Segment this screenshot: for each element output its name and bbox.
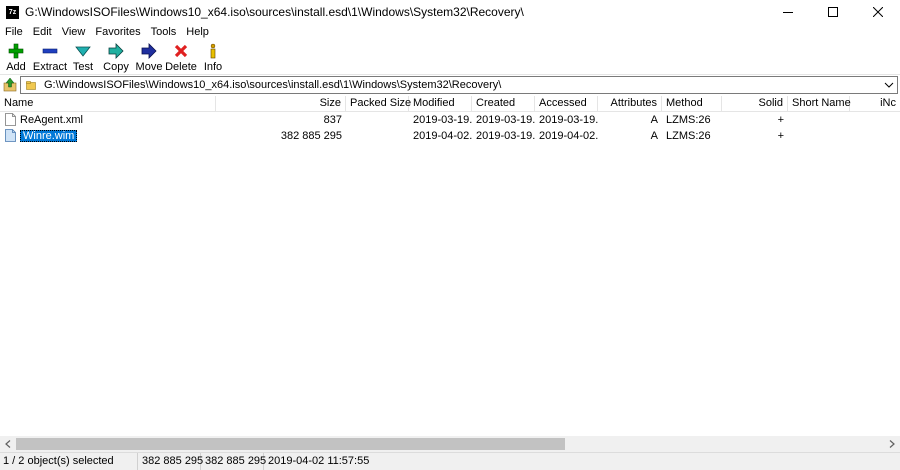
status-modified: 2019-04-02 11:57:55 <box>268 455 370 467</box>
file-solid: + <box>777 130 784 142</box>
info-icon <box>204 42 222 60</box>
status-selection: 1 / 2 object(s) selected <box>0 453 138 470</box>
menu-view[interactable]: View <box>57 26 91 38</box>
file-packed-size <box>346 112 409 128</box>
file-name: ReAgent.xml <box>16 112 216 128</box>
minimize-icon <box>782 12 793 13</box>
add-button[interactable]: Add <box>0 40 32 74</box>
file-solid: + <box>777 114 784 126</box>
file-name: Winre.wim <box>16 128 216 144</box>
info-button[interactable]: Info <box>198 40 228 74</box>
close-icon <box>872 7 883 17</box>
file-name-text-selected: Winre.wim <box>20 130 78 142</box>
scrollbar-thumb[interactable] <box>16 438 565 450</box>
test-icon <box>74 42 92 60</box>
chevron-down-icon[interactable] <box>884 80 894 90</box>
file-size: 837 <box>323 114 342 126</box>
menu-file[interactable]: File <box>0 26 28 38</box>
toolbar: Add Extract Test Copy Move Delete Info <box>0 40 900 74</box>
column-attributes[interactable]: Attributes <box>598 96 662 111</box>
file-packed-size <box>346 128 409 144</box>
column-created[interactable]: Created <box>472 96 535 111</box>
menu-bar: File Edit View Favorites Tools Help <box>0 24 900 40</box>
status-size: 382 885 295 <box>139 453 203 470</box>
file-attributes: A <box>650 130 658 142</box>
file-created: 2019-03-19... <box>476 130 535 142</box>
file-modified: 2019-04-02... <box>413 130 472 142</box>
column-inode[interactable]: iNc <box>850 96 900 111</box>
file-accessed: 2019-04-02... <box>539 130 598 142</box>
column-size[interactable]: Size <box>216 96 346 111</box>
copy-button[interactable]: Copy <box>98 40 134 74</box>
path-text: G:\WindowsISOFiles\Windows10_x64.iso\sou… <box>44 79 502 91</box>
scroll-left-button[interactable] <box>0 436 16 452</box>
menu-help[interactable]: Help <box>181 26 214 38</box>
window-controls <box>765 0 900 24</box>
add-icon <box>7 42 25 60</box>
scroll-right-button[interactable] <box>884 436 900 452</box>
folder-up-icon[interactable] <box>3 78 17 92</box>
file-method: LZMS:26 <box>666 114 711 126</box>
extract-icon <box>41 42 59 60</box>
maximize-button[interactable] <box>810 0 855 24</box>
xml-file-icon <box>5 113 16 126</box>
test-label: Test <box>72 61 94 73</box>
column-short-name[interactable]: Short Name <box>788 96 851 111</box>
column-modified[interactable]: Modified <box>409 96 472 111</box>
column-solid[interactable]: Solid <box>722 96 788 111</box>
add-label: Add <box>6 61 26 73</box>
menu-tools[interactable]: Tools <box>146 26 182 38</box>
file-name-text: ReAgent.xml <box>20 114 83 126</box>
copy-arrow-icon <box>107 42 125 60</box>
delete-button[interactable]: Delete <box>164 40 198 74</box>
chevron-left-icon <box>5 440 11 448</box>
file-method: LZMS:26 <box>666 130 711 142</box>
maximize-icon <box>827 7 838 17</box>
title-bar: 7z G:\WindowsISOFiles\Windows10_x64.iso\… <box>0 0 900 24</box>
column-header: Name Size Packed Size Modified Created A… <box>0 96 900 112</box>
chevron-right-icon <box>889 440 895 448</box>
extract-button[interactable]: Extract <box>32 40 68 74</box>
file-list[interactable]: Name Size Packed Size Modified Created A… <box>0 96 900 436</box>
move-button[interactable]: Move <box>134 40 164 74</box>
horizontal-scrollbar[interactable] <box>0 436 900 452</box>
file-attributes: A <box>650 114 658 126</box>
path-combobox[interactable]: G:\WindowsISOFiles\Windows10_x64.iso\sou… <box>20 76 898 94</box>
test-button[interactable]: Test <box>68 40 98 74</box>
info-label: Info <box>203 61 223 73</box>
delete-label: Delete <box>165 61 197 73</box>
app-icon: 7z <box>6 5 19 19</box>
close-button[interactable] <box>855 0 900 24</box>
menu-edit[interactable]: Edit <box>28 26 57 38</box>
file-icon <box>5 129 16 142</box>
copy-label: Copy <box>103 61 129 73</box>
delete-x-icon <box>172 42 190 60</box>
move-label: Move <box>135 61 163 73</box>
status-bar: 1 / 2 object(s) selected 382 885 295 382… <box>0 452 900 470</box>
table-row[interactable]: Winre.wim 382 885 295 2019-04-02... 2019… <box>0 128 900 144</box>
column-packed-size[interactable]: Packed Size <box>346 96 411 111</box>
table-row[interactable]: ReAgent.xml 837 2019-03-19... 2019-03-19… <box>0 112 900 128</box>
window-title: G:\WindowsISOFiles\Windows10_x64.iso\sou… <box>25 5 524 19</box>
file-size: 382 885 295 <box>280 130 342 142</box>
extract-label: Extract <box>32 61 68 73</box>
column-accessed[interactable]: Accessed <box>535 96 598 111</box>
folder-icon <box>26 80 36 90</box>
minimize-button[interactable] <box>765 0 810 24</box>
column-method[interactable]: Method <box>662 96 722 111</box>
file-accessed: 2019-03-19... <box>539 114 598 126</box>
address-row: G:\WindowsISOFiles\Windows10_x64.iso\sou… <box>0 75 900 95</box>
column-name[interactable]: Name <box>0 96 216 111</box>
file-created: 2019-03-19... <box>476 114 535 126</box>
file-modified: 2019-03-19... <box>413 114 472 126</box>
move-arrow-icon <box>140 42 158 60</box>
status-packed-size: 382 885 295 <box>202 453 266 470</box>
menu-favorites[interactable]: Favorites <box>90 26 145 38</box>
